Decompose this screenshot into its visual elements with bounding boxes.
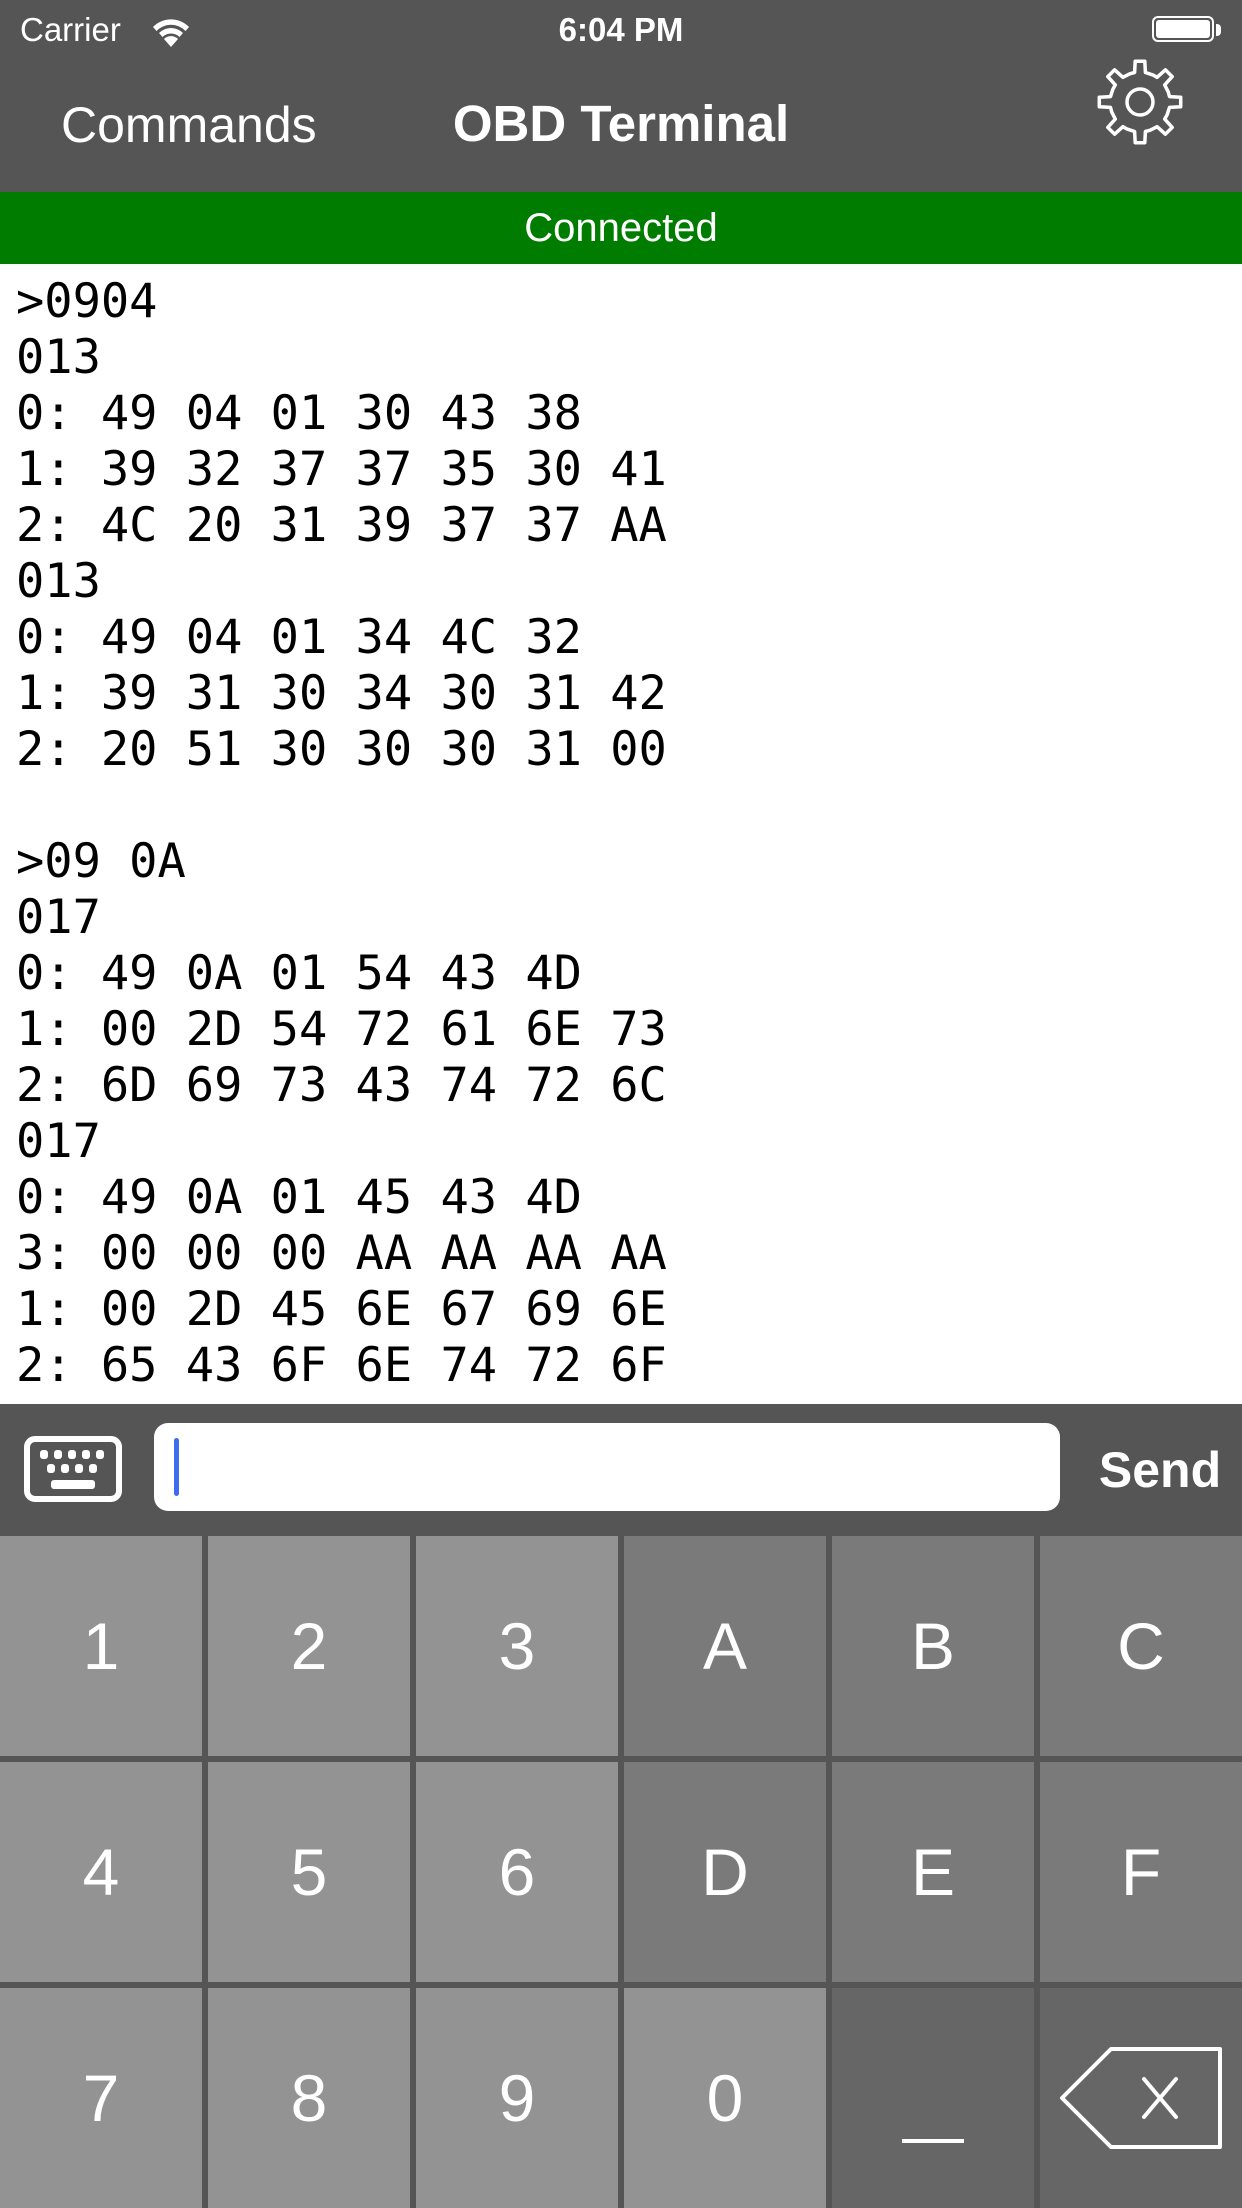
terminal-line: 1: 00 2D 54 72 61 6E 73: [16, 1002, 667, 1057]
connection-status-banner: Connected: [0, 192, 1242, 264]
settings-button[interactable]: [1094, 56, 1186, 148]
key-label: 5: [290, 1835, 328, 1909]
terminal-line: 017: [16, 890, 101, 945]
terminal-line: 0: 49 0A 01 45 43 4D: [16, 1170, 582, 1225]
backspace-icon: [1060, 2047, 1222, 2149]
status-bar: Carrier 6:04 PM: [0, 0, 1242, 60]
connection-status-label: Connected: [524, 206, 718, 250]
terminal-line: 2: 65 43 6F 6E 74 72 6F: [16, 1338, 667, 1393]
terminal-line: 017: [16, 1114, 101, 1169]
key-3[interactable]: 3: [416, 1536, 618, 1756]
keyboard-toggle-button[interactable]: [24, 1436, 122, 1502]
battery-tip: [1216, 24, 1221, 36]
key-label: 8: [290, 2061, 328, 2135]
key-label: 0: [706, 2061, 744, 2135]
key-b[interactable]: B: [832, 1536, 1034, 1756]
key-8[interactable]: 8: [208, 1988, 410, 2208]
gear-icon: [1097, 59, 1183, 145]
terminal-line: 2: 6D 69 73 43 74 72 6C: [16, 1058, 667, 1113]
battery-icon: [1152, 16, 1214, 42]
keyboard-icon: [24, 1436, 122, 1502]
terminal-line: 0: 49 04 01 30 43 38: [16, 386, 582, 441]
key-2[interactable]: 2: [208, 1536, 410, 1756]
terminal-line: >09 0A: [16, 834, 186, 889]
key-4[interactable]: 4: [0, 1762, 202, 1982]
terminal-line: 013: [16, 554, 101, 609]
terminal-output[interactable]: >0904 013 0: 49 04 01 30 43 38 1: 39 32 37 …: [0, 264, 1242, 1404]
key-label: [902, 2139, 964, 2143]
key-underscore[interactable]: [832, 1988, 1034, 2208]
key-a[interactable]: A: [624, 1536, 826, 1756]
terminal-line: 1: 39 31 30 34 30 31 42: [16, 666, 667, 721]
terminal-line: 1: 00 2D 45 6E 67 69 6E: [16, 1282, 667, 1337]
key-0[interactable]: 0: [624, 1988, 826, 2208]
terminal-line: 013: [16, 330, 101, 385]
terminal-line: 0: 49 04 01 34 4C 32: [16, 610, 582, 665]
key-9[interactable]: 9: [416, 1988, 618, 2208]
terminal-line: 3: 00 00 00 AA AA AA AA: [16, 1226, 667, 1281]
terminal-line: >0904: [16, 274, 158, 329]
terminal-line: 2: 4C 20 31 39 37 37 AA: [16, 498, 667, 553]
key-5[interactable]: 5: [208, 1762, 410, 1982]
text-caret: [174, 1438, 179, 1496]
gear-hub: [1125, 87, 1155, 117]
send-button[interactable]: Send: [1078, 1432, 1242, 1508]
key-label: 3: [498, 1609, 536, 1683]
command-input-bar: Send: [0, 1404, 1242, 1536]
key-label: B: [910, 1609, 956, 1683]
key-e[interactable]: E: [832, 1762, 1034, 1982]
hex-keypad: 1 2 3 A B C 4 5 6 D E F 7 8 9 0: [0, 1530, 1242, 2208]
key-label: E: [910, 1835, 956, 1909]
key-1[interactable]: 1: [0, 1536, 202, 1756]
terminal-line: 2: 20 51 30 30 30 31 00: [16, 722, 667, 777]
key-label: 2: [290, 1609, 328, 1683]
key-label: D: [701, 1835, 749, 1909]
key-label: 7: [82, 2061, 120, 2135]
key-6[interactable]: 6: [416, 1762, 618, 1982]
terminal-line: 1: 39 32 37 37 35 30 41: [16, 442, 667, 497]
key-d[interactable]: D: [624, 1762, 826, 1982]
key-c[interactable]: C: [1040, 1536, 1242, 1756]
key-label: 4: [82, 1835, 120, 1909]
key-label: C: [1117, 1609, 1165, 1683]
key-label: 1: [82, 1609, 120, 1683]
key-f[interactable]: F: [1040, 1762, 1242, 1982]
terminal-text: >0904 013 0: 49 04 01 30 43 38 1: 39 32 37 …: [0, 264, 1242, 1394]
key-7[interactable]: 7: [0, 1988, 202, 2208]
key-label: 9: [498, 2061, 536, 2135]
backspace-key[interactable]: [1040, 1988, 1242, 2208]
navigation-bar: Commands OBD Terminal: [0, 59, 1242, 192]
gear-outline: [1097, 59, 1183, 145]
command-input[interactable]: [154, 1423, 1060, 1511]
key-label: F: [1120, 1835, 1162, 1909]
terminal-line: 0: 49 0A 01 54 43 4D: [16, 946, 582, 1001]
clock: 6:04 PM: [558, 11, 684, 48]
key-label: A: [702, 1609, 748, 1683]
commands-button[interactable]: Commands: [61, 96, 317, 154]
key-label: 6: [498, 1835, 536, 1909]
